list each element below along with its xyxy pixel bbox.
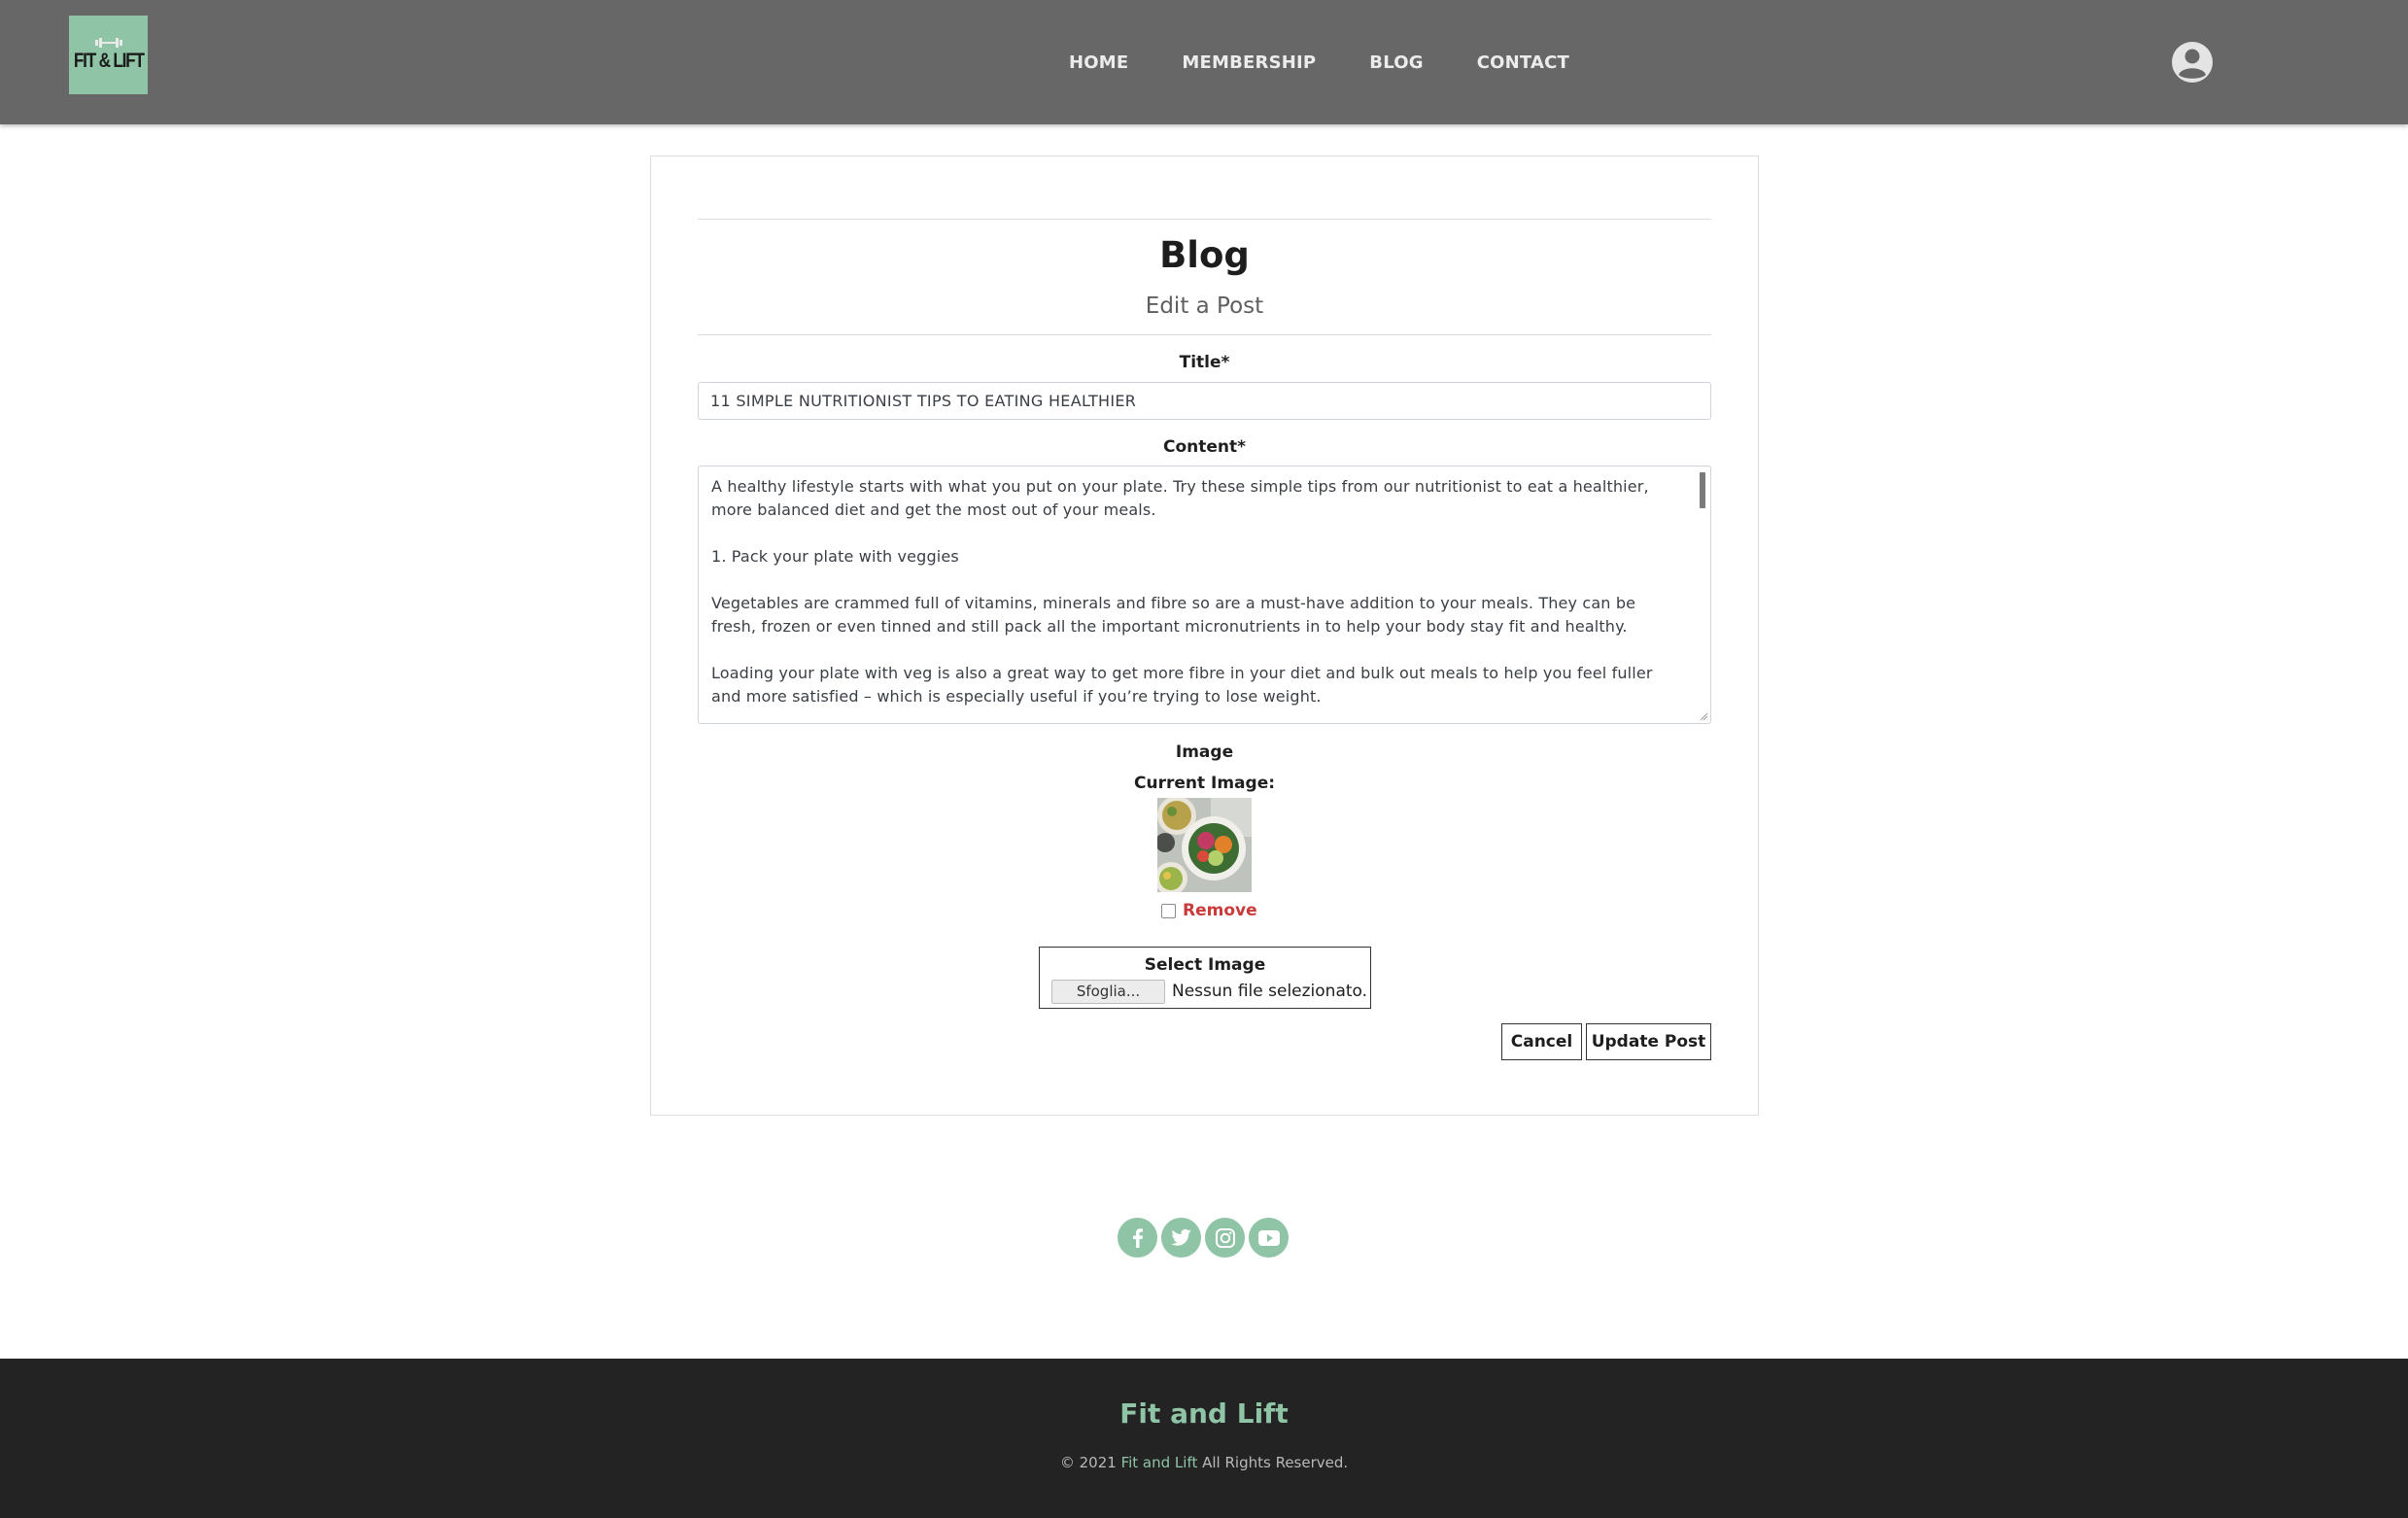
nav-contact[interactable]: CONTACT xyxy=(1477,52,1569,73)
textarea-scrollbar[interactable] xyxy=(1700,472,1705,508)
content-paragraph: 1. Pack your plate with veggies xyxy=(711,547,959,566)
title-label: Title* xyxy=(1179,353,1230,372)
copyright-year: © 2021 xyxy=(1059,1454,1117,1471)
remove-checkbox[interactable] xyxy=(1161,903,1176,918)
main-nav: HOME MEMBERSHIP BLOG CONTACT xyxy=(1069,0,1623,124)
current-image-thumbnail xyxy=(1157,798,1252,892)
content-paragraph: A healthy lifestyle starts with what you… xyxy=(711,477,1649,519)
content-textarea[interactable]: A healthy lifestyle starts with what you… xyxy=(698,466,1711,724)
site-logo[interactable]: FIT & LIFT xyxy=(69,16,148,94)
page-subtitle: Edit a Post xyxy=(1145,293,1264,319)
image-label: Image xyxy=(1175,742,1234,762)
page-title: Blog xyxy=(1159,234,1250,276)
facebook-icon[interactable] xyxy=(1118,1218,1157,1258)
file-status-text: Nessun file selezionato. xyxy=(1172,982,1368,1001)
top-navbar: FIT & LIFT HOME MEMBERSHIP BLOG CONTACT xyxy=(0,0,2408,124)
nav-membership[interactable]: MEMBERSHIP xyxy=(1182,52,1316,73)
content-paragraph: Vegetables are crammed full of vitamins,… xyxy=(711,594,1636,636)
content-text: A healthy lifestyle starts with what you… xyxy=(711,475,1683,723)
divider-top xyxy=(698,219,1711,220)
copyright-rights: All Rights Reserved. xyxy=(1202,1454,1349,1471)
user-circle-icon[interactable] xyxy=(2171,41,2214,84)
divider-bottom xyxy=(698,334,1711,335)
edit-post-card: Blog Edit a Post Title* Content* A healt… xyxy=(650,155,1759,1116)
update-post-button[interactable]: Update Post xyxy=(1586,1023,1711,1060)
logo-text: FIT & LIFT xyxy=(73,50,145,72)
select-image-label: Select Image xyxy=(1144,955,1266,975)
remove-image-row: Remove xyxy=(1161,901,1257,920)
content-paragraph: Loading your plate with veg is also a gr… xyxy=(711,664,1653,706)
footer-copyright: © 2021 Fit and Lift All Rights Reserved. xyxy=(0,1454,2408,1471)
current-image-label: Current Image: xyxy=(1133,774,1276,793)
resize-grip-icon[interactable] xyxy=(1699,711,1708,721)
remove-label[interactable]: Remove xyxy=(1183,901,1257,920)
youtube-icon[interactable] xyxy=(1249,1218,1289,1258)
dumbbell-icon xyxy=(94,38,122,48)
copyright-brand-link[interactable]: Fit and Lift xyxy=(1121,1454,1198,1471)
select-image-box: Select Image Sfoglia... Nessun file sele… xyxy=(1039,947,1371,1009)
title-input[interactable] xyxy=(698,382,1711,420)
nav-blog[interactable]: BLOG xyxy=(1369,52,1423,73)
content-label: Content* xyxy=(1162,437,1247,457)
site-footer: Fit and Lift © 2021 Fit and Lift All Rig… xyxy=(0,1359,2408,1518)
cancel-button[interactable]: Cancel xyxy=(1501,1023,1582,1060)
instagram-icon[interactable] xyxy=(1205,1218,1245,1258)
social-links xyxy=(1118,1218,1292,1258)
twitter-icon[interactable] xyxy=(1161,1218,1201,1258)
browse-button[interactable]: Sfoglia... xyxy=(1051,980,1165,1004)
nav-home[interactable]: HOME xyxy=(1069,52,1128,73)
footer-brand[interactable]: Fit and Lift xyxy=(0,1397,2408,1430)
